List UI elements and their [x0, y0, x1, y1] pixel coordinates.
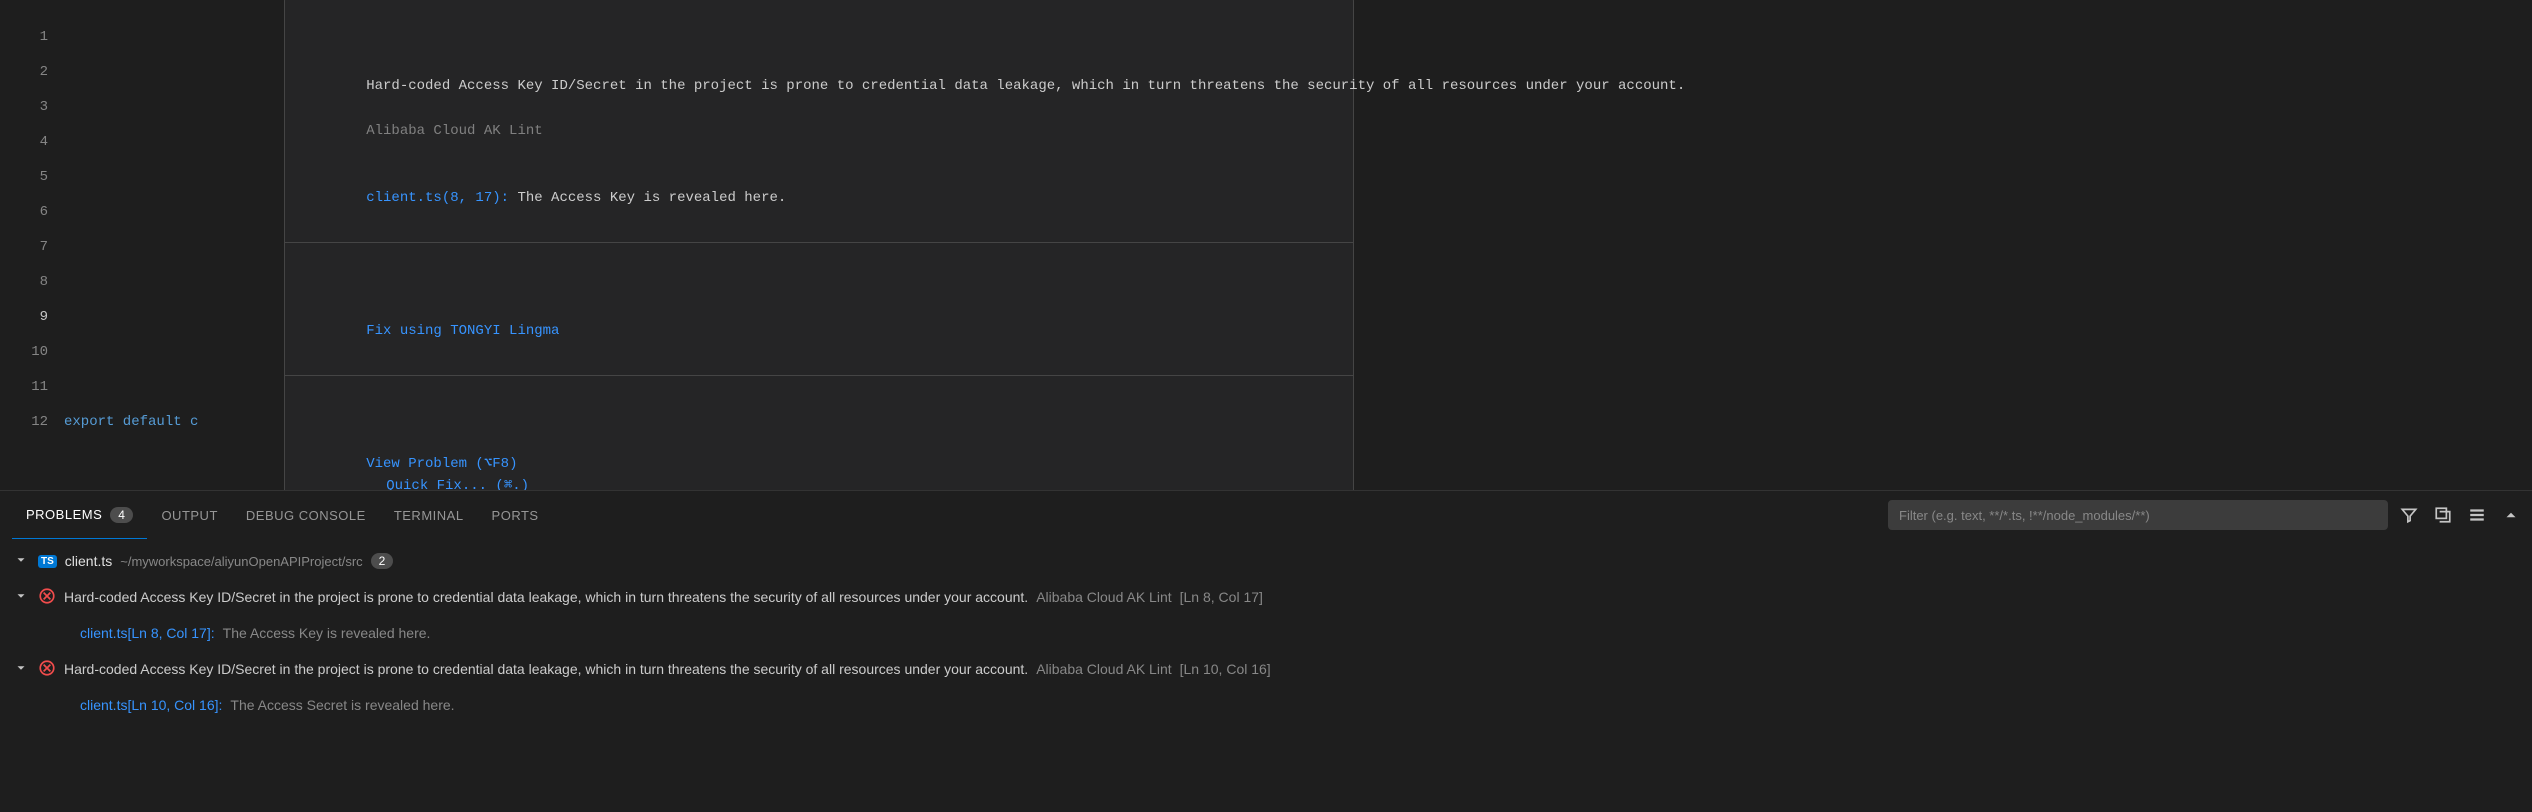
line-number: 8 [0, 265, 48, 300]
hover-popup: Hard-coded Access Key ID/Secret in the p… [284, 0, 1354, 490]
line-number: 10 [0, 335, 48, 370]
sub-message: The Access Key is revealed here. [223, 625, 431, 641]
hover-location-link[interactable]: client.ts(8, 17): [366, 190, 509, 206]
ts-file-icon: TS [38, 555, 57, 568]
hover-description: Hard-coded Access Key ID/Secret in the p… [366, 78, 1685, 94]
problem-source: Alibaba Cloud AK Lint [1036, 589, 1171, 605]
problem-message: Hard-coded Access Key ID/Secret in the p… [64, 661, 1028, 677]
tab-label: Problems [26, 507, 102, 522]
problems-list: TS client.ts ~/myworkspace/aliyunOpenAPI… [0, 539, 2532, 812]
tab-terminal[interactable]: Terminal [380, 491, 478, 539]
error-icon [38, 587, 56, 608]
problem-sub-item[interactable]: client.ts[Ln 10, Col 16]: The Access Sec… [0, 687, 2532, 723]
filter-input[interactable] [1899, 508, 2377, 523]
problem-message: Hard-coded Access Key ID/Secret in the p… [64, 589, 1028, 605]
line-number: 5 [0, 160, 48, 195]
code-content[interactable]: export default c static async m const ke… [64, 0, 2532, 490]
view-problem-link[interactable]: View Problem (⌥F8) [366, 456, 517, 472]
line-number: 3 [0, 90, 48, 125]
line-number: 4 [0, 125, 48, 160]
quick-fix-link[interactable]: Quick Fix... (⌘.) [386, 478, 529, 490]
problem-sub-item[interactable]: client.ts[Ln 8, Col 17]: The Access Key … [0, 615, 2532, 651]
sub-location-link[interactable]: client.ts[Ln 10, Col 16]: [80, 697, 222, 713]
line-number: 12 [0, 405, 48, 440]
chevron-down-icon[interactable] [14, 553, 30, 570]
hover-source: Alibaba Cloud AK Lint [366, 123, 542, 139]
line-number-gutter: 1 2 3 4 5 6 7 8 9 10 11 12 [0, 0, 64, 490]
line-number: 9 [0, 300, 48, 335]
line-number: 2 [0, 55, 48, 90]
tab-problems[interactable]: Problems 4 [12, 491, 147, 539]
sub-message: The Access Secret is revealed here. [230, 697, 454, 713]
problem-source: Alibaba Cloud AK Lint [1036, 661, 1171, 677]
view-as-list-icon[interactable] [2468, 506, 2486, 524]
filter-input-box[interactable] [1888, 500, 2388, 530]
fix-using-tongyi-link[interactable]: Fix using TONGYI Lingma [366, 323, 559, 339]
chevron-up-icon[interactable] [2502, 506, 2520, 524]
problem-location: [Ln 10, Col 16] [1180, 661, 1271, 677]
problem-item[interactable]: Hard-coded Access Key ID/Secret in the p… [0, 651, 2532, 687]
chevron-down-icon[interactable] [14, 661, 30, 678]
bottom-panel: Problems 4 Output Debug Console Terminal… [0, 490, 2532, 812]
problem-location: [Ln 8, Col 17] [1180, 589, 1263, 605]
tab-debug-console[interactable]: Debug Console [232, 491, 380, 539]
code-text: export default c [64, 414, 198, 430]
filter-icon[interactable] [2400, 506, 2418, 524]
line-number: 7 [0, 230, 48, 265]
sub-location-link[interactable]: client.ts[Ln 8, Col 17]: [80, 625, 215, 641]
file-path: ~/myworkspace/aliyunOpenAPIProject/src [120, 554, 362, 569]
editor-area: 1 2 3 4 5 6 7 8 9 10 11 12 export defaul… [0, 0, 2532, 490]
chevron-down-icon[interactable] [14, 589, 30, 606]
file-name: client.ts [65, 553, 112, 569]
line-number: 6 [0, 195, 48, 230]
line-number: 11 [0, 370, 48, 405]
file-problem-count: 2 [371, 553, 394, 569]
tab-output[interactable]: Output [147, 491, 231, 539]
line-number: 1 [0, 20, 48, 55]
hover-location-msg: The Access Key is revealed here. [509, 190, 786, 206]
panel-tabs: Problems 4 Output Debug Console Terminal… [0, 491, 2532, 539]
problem-item[interactable]: Hard-coded Access Key ID/Secret in the p… [0, 579, 2532, 615]
problems-count-badge: 4 [110, 507, 133, 523]
problem-file-row[interactable]: TS client.ts ~/myworkspace/aliyunOpenAPI… [0, 543, 2532, 579]
error-icon [38, 659, 56, 680]
tab-ports[interactable]: Ports [478, 491, 553, 539]
collapse-all-icon[interactable] [2434, 506, 2452, 524]
